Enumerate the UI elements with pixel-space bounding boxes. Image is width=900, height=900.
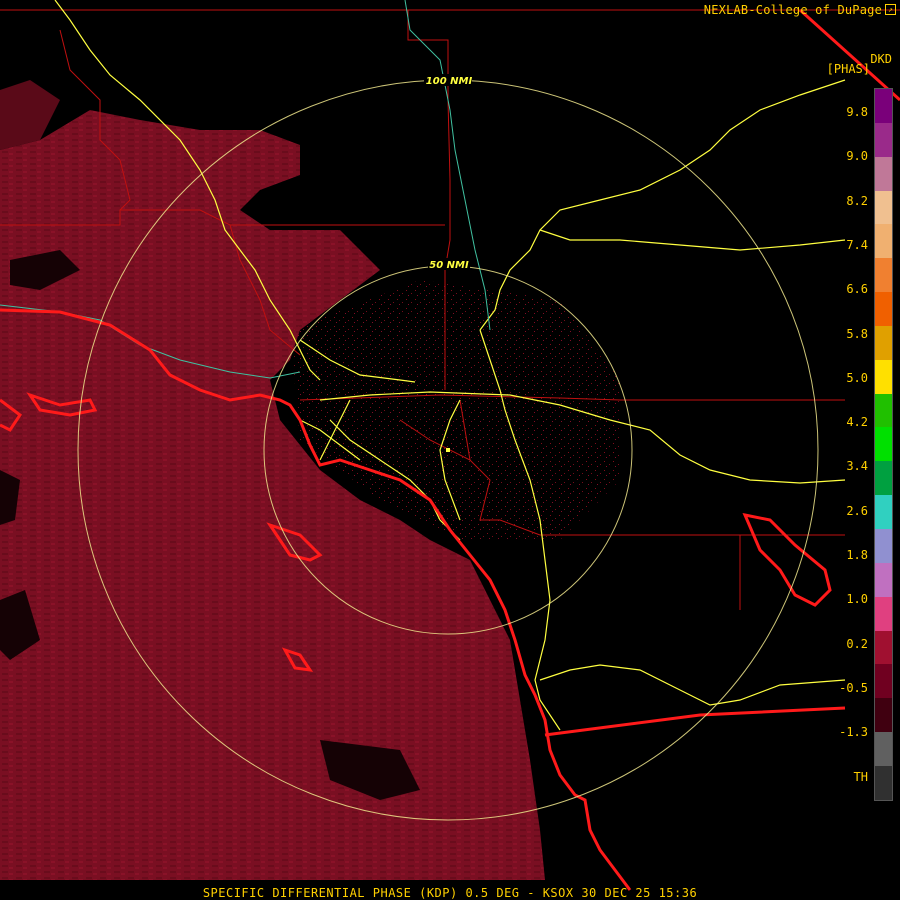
color-scale-tick: -0.5: [839, 680, 868, 695]
color-swatch: [875, 258, 892, 293]
color-swatch: [875, 630, 892, 665]
color-swatch: [875, 122, 892, 157]
highway-10: [539, 664, 846, 706]
color-swatch: [875, 224, 892, 259]
color-scale-tick: 7.4: [846, 237, 868, 252]
color-swatch: [875, 89, 892, 123]
color-swatch: [875, 427, 892, 462]
credit-label: NEXLAB-College of DuPage: [703, 3, 882, 17]
color-scale-bar: [874, 88, 893, 801]
product-code: DKD: [870, 52, 892, 66]
color-swatch: [875, 190, 892, 225]
color-swatch: [875, 156, 892, 191]
color-swatch: [875, 359, 892, 394]
color-swatch: [875, 461, 892, 496]
color-scale-tick: 5.0: [846, 370, 868, 385]
highway-4: [479, 79, 846, 331]
color-scale-tick: 8.2: [846, 193, 868, 208]
external-link-icon[interactable]: ↗: [885, 4, 896, 15]
color-scale-tick: 3.4: [846, 459, 868, 474]
color-swatch: [875, 325, 892, 360]
color-swatch: [875, 698, 892, 733]
color-scale-tick: -1.3: [839, 725, 868, 740]
color-swatch: [875, 562, 892, 597]
color-swatch: [875, 596, 892, 631]
color-scale-tick: 1.0: [846, 592, 868, 607]
state-border-south: [544, 706, 846, 737]
color-swatch: [875, 732, 892, 766]
color-swatch: [875, 292, 892, 326]
precipitation-echo: [0, 80, 620, 880]
color-swatch: [875, 528, 892, 563]
ring-label-50: 50 NMI: [429, 260, 469, 271]
color-scale-tick: 5.8: [846, 326, 868, 341]
color-swatch: [875, 495, 892, 529]
radar-site-marker: [446, 448, 450, 452]
radar-map: 50 NMI 100 NMI: [0, 0, 900, 891]
highway-5: [539, 229, 846, 251]
color-scale-tick: TH: [853, 769, 868, 784]
color-scale-tick: 1.8: [846, 548, 868, 562]
units-label: [PHAS]: [826, 62, 870, 76]
color-swatch: [875, 765, 892, 800]
color-scale-tick: 0.2: [846, 636, 868, 651]
color-scale-tick: 9.8: [846, 105, 868, 119]
color-scale-tick: 4.2: [846, 415, 868, 430]
color-scale-tick: 6.6: [846, 282, 868, 297]
ring-label-100: 100 NMI: [426, 76, 473, 87]
color-swatch: [875, 393, 892, 428]
color-scale-tick: 2.6: [846, 503, 868, 518]
product-caption: SPECIFIC DIFFERENTIAL PHASE (KDP) 0.5 DE…: [202, 886, 698, 900]
color-swatch: [875, 664, 892, 699]
color-scale-tick: 9.0: [846, 149, 868, 164]
